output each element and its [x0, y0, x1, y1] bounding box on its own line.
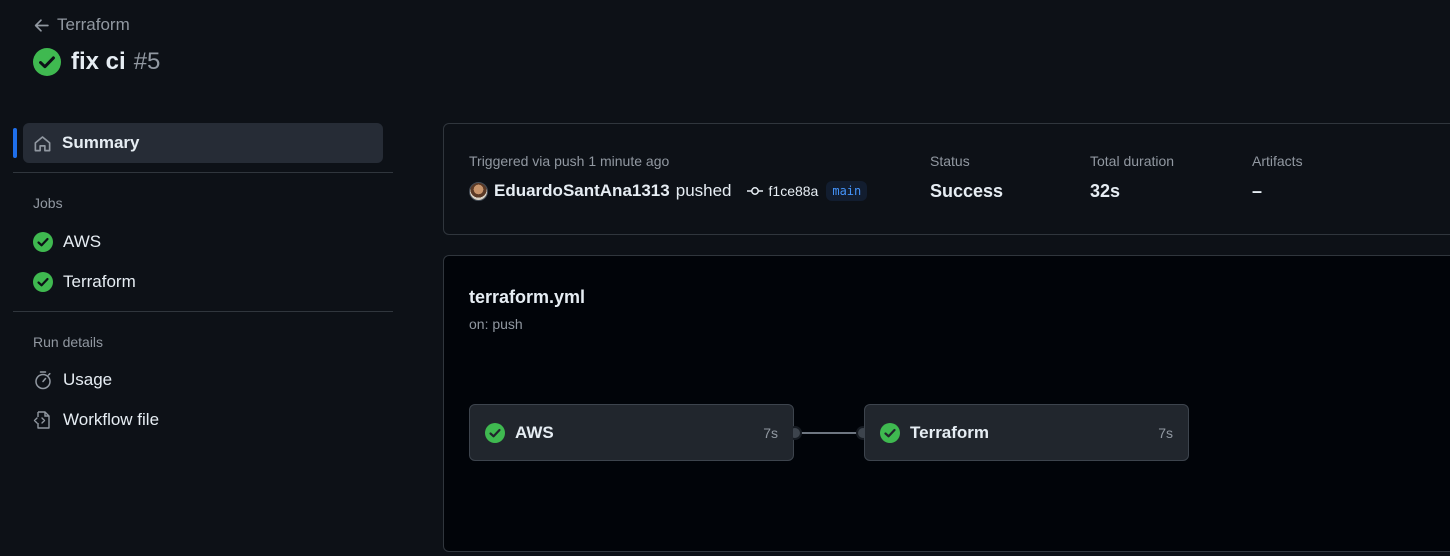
status-label: Status — [930, 153, 970, 169]
action-text: pushed — [675, 181, 732, 200]
artifacts-value: – — [1252, 181, 1263, 201]
jobs-list: AWS Terraform — [13, 222, 393, 302]
run-title-text: fix ci — [71, 48, 126, 75]
branch-tag[interactable]: main — [826, 181, 868, 201]
home-icon — [34, 135, 51, 151]
job-node-label: AWS — [515, 422, 554, 442]
divider — [13, 172, 393, 173]
status-value: Success — [930, 181, 1004, 201]
sidebar-item-job-aws[interactable]: AWS — [33, 222, 393, 262]
trigger-text: Triggered via push 1 minute ago — [469, 153, 670, 169]
check-circle-icon — [33, 232, 53, 252]
check-circle-icon — [33, 272, 53, 292]
run-summary-card: Triggered via push 1 minute ago EduardoS… — [443, 123, 1450, 235]
sidebar-item-summary[interactable]: Summary — [13, 123, 383, 163]
check-circle-icon — [33, 48, 61, 76]
sidebar-item-usage[interactable]: Usage — [33, 360, 393, 400]
file-code-icon — [33, 411, 50, 429]
avatar[interactable] — [469, 181, 488, 201]
run-details-section-label: Run details — [33, 334, 104, 350]
sidebar-item-job-terraform[interactable]: Terraform — [33, 262, 393, 302]
workflow-trigger: on: push — [469, 316, 523, 332]
git-commit-icon — [746, 187, 763, 195]
duration-value: 32s — [1090, 181, 1121, 201]
page-title: fix ci #5 — [33, 48, 160, 76]
job-node-duration: 7s — [1158, 424, 1173, 441]
run-details-list: Usage Workflow file — [13, 360, 393, 440]
sidebar-item-label: Workflow file — [63, 410, 160, 429]
sidebar-item-label: Terraform — [63, 272, 136, 291]
artifacts-label: Artifacts — [1252, 153, 1303, 169]
back-link[interactable]: Terraform — [33, 15, 130, 35]
duration-label: Total duration — [1090, 153, 1175, 169]
check-circle-icon — [485, 422, 505, 443]
trigger-row: EduardoSantAna1313 pushed f1ce88a main — [469, 181, 868, 201]
workflow-graph-card: terraform.yml on: push AWS 7s Terraform … — [443, 255, 1450, 552]
workflow-file-name: terraform.yml — [469, 287, 586, 307]
sidebar-item-workflow-file[interactable]: Workflow file — [33, 400, 393, 440]
commit-link[interactable]: f1ce88a — [746, 183, 819, 199]
job-connector — [793, 426, 865, 440]
arrow-left-icon — [34, 18, 49, 32]
check-circle-icon — [880, 422, 900, 443]
job-node-terraform[interactable]: Terraform 7s — [864, 404, 1189, 461]
sidebar-item-label: Summary — [62, 133, 140, 152]
active-indicator — [13, 128, 17, 158]
job-node-aws[interactable]: AWS 7s — [469, 404, 794, 461]
jobs-section-label: Jobs — [33, 195, 63, 211]
sidebar-item-label: Usage — [63, 370, 113, 389]
back-link-label: Terraform — [57, 15, 130, 34]
commit-sha: f1ce88a — [768, 183, 819, 199]
run-number: #5 — [133, 48, 161, 75]
stopwatch-icon — [35, 371, 51, 390]
job-node-label: Terraform — [910, 422, 990, 442]
job-node-duration: 7s — [763, 424, 778, 441]
sidebar-item-label: AWS — [63, 232, 102, 251]
sidebar: Summary Jobs AWS Terraform Run details U… — [13, 123, 393, 440]
actor-link[interactable]: EduardoSantAna1313 — [494, 181, 670, 201]
divider — [13, 311, 393, 312]
